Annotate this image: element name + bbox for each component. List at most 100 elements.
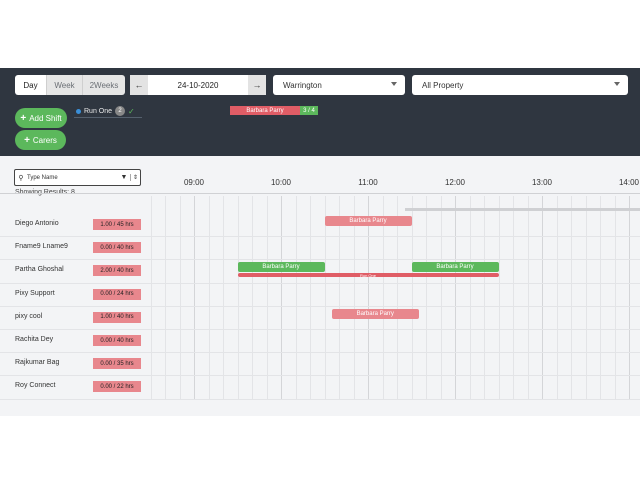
plus-icon: + (20, 112, 27, 124)
unassigned-shift-name: Barbara Parry (230, 106, 300, 115)
grid-line (600, 196, 601, 400)
rota-app: Day Week 2Weeks ← 24-10-2020 → Warringto… (0, 68, 640, 416)
carers-label: Carers (32, 135, 57, 145)
run-bar[interactable]: Run One (237, 273, 499, 278)
tab-day[interactable]: Day (15, 75, 47, 95)
staff-name[interactable]: Roy Connect (15, 382, 55, 389)
grid-line (208, 196, 210, 400)
carers-button[interactable]: + Carers (15, 130, 66, 150)
grid-line (237, 196, 239, 400)
hours-badge: 1.00 / 45 hrs (93, 219, 141, 230)
grid-line (556, 196, 558, 400)
grid-line (614, 196, 616, 400)
staff-search[interactable]: ⚲ Type Name ▼ ⇕ (14, 169, 141, 186)
grid-line (455, 196, 456, 400)
shift-bar[interactable]: Barbara Parry (237, 262, 325, 273)
row-divider (0, 305, 640, 307)
grid-line (295, 196, 297, 400)
view-switcher: Day Week 2Weeks (15, 75, 125, 95)
grid-line (150, 196, 152, 400)
next-date-button[interactable]: → (248, 75, 266, 95)
grid-line (310, 196, 311, 400)
hours-badge: 2.00 / 40 hrs (93, 265, 141, 277)
header-divider (0, 193, 640, 194)
time-label: 09:00 (183, 178, 205, 187)
prev-date-button[interactable]: ← (130, 75, 148, 95)
top-toolbar: Day Week 2Weeks ← 24-10-2020 → Warringto… (0, 68, 640, 156)
grid-line (324, 196, 326, 400)
grid-line (585, 196, 587, 400)
hours-badge: 0.00 / 40 hrs (93, 335, 141, 346)
grid-line (513, 196, 514, 400)
grid-line (469, 196, 471, 400)
search-icon: ⚲ (18, 174, 24, 182)
timeline-grid (148, 196, 640, 400)
property-select-value: All Property (422, 80, 464, 90)
staff-name[interactable]: pixy cool (15, 313, 42, 320)
sort-icon[interactable]: ⇕ (130, 174, 140, 181)
check-icon: ✓ (128, 106, 135, 116)
schedule-area: ⚲ Type Name ▼ ⇕ Showing Results: 8 09:00… (0, 156, 640, 416)
row-divider (0, 398, 640, 400)
run-color-dot-icon (76, 108, 81, 114)
grid-line (397, 196, 398, 400)
grid-line (382, 196, 384, 400)
grid-line (266, 196, 268, 400)
staff-name[interactable]: Partha Ghoshal (15, 266, 64, 273)
time-label: 12:00 (444, 178, 466, 187)
grid-line (542, 196, 543, 400)
grid-line (281, 196, 282, 400)
filter-icon[interactable]: ▼ (118, 174, 130, 181)
location-select-value: Warrington (283, 80, 322, 90)
date-field[interactable]: 24-10-2020 (148, 75, 248, 95)
hours-badge: 0.00 / 35 hrs (93, 358, 141, 370)
run-summary-underline (74, 117, 142, 118)
chevron-down-icon (614, 82, 620, 86)
grid-line (223, 196, 224, 400)
time-label: 10:00 (270, 178, 292, 187)
time-label: 13:00 (531, 178, 553, 187)
tab-2weeks[interactable]: 2Weeks (83, 75, 125, 95)
grid-line (629, 196, 630, 400)
add-shift-button[interactable]: + Add Shift (15, 108, 67, 128)
location-select[interactable]: Warrington (273, 75, 405, 95)
grid-line (440, 196, 442, 400)
shift-bar[interactable]: Barbara Parry (331, 308, 419, 319)
shift-bar[interactable]: Barbara Parry (411, 262, 499, 273)
date-navigator: ← 24-10-2020 → (130, 75, 266, 95)
row-divider (0, 282, 640, 284)
unassigned-shift-card[interactable]: Barbara Parry 3 / 4 (230, 106, 318, 115)
staff-name[interactable]: Rajkumar Bag (15, 359, 59, 366)
staff-name[interactable]: Rachita Dey (15, 336, 53, 343)
time-label: 14:00 (618, 178, 640, 187)
grid-line (571, 196, 572, 400)
grid-line (194, 196, 195, 400)
grid-line (353, 196, 355, 400)
grid-line (368, 196, 369, 400)
row-divider (0, 329, 640, 330)
tab-week[interactable]: Week (47, 75, 83, 95)
grid-line (165, 196, 166, 400)
staff-name[interactable]: Diego Antonio (15, 220, 59, 227)
property-select[interactable]: All Property (412, 75, 628, 95)
shift-bar[interactable]: Barbara Parry (324, 216, 412, 226)
row-divider (0, 259, 640, 261)
row-divider (0, 352, 640, 354)
staff-name[interactable]: Fname9 Lname9 (15, 243, 68, 250)
row-divider (0, 236, 640, 238)
hours-badge: 0.00 / 22 hrs (93, 381, 141, 393)
run-summary[interactable]: Run One 2 ✓ (76, 106, 135, 116)
row-divider (0, 375, 640, 377)
search-input[interactable]: Type Name (27, 175, 118, 181)
horizontal-scrollbar[interactable] (405, 208, 640, 211)
unassigned-shift-ratio: 3 / 4 (300, 106, 318, 115)
hours-badge: 1.00 / 40 hrs (93, 311, 141, 323)
plus-icon: + (24, 134, 30, 146)
time-label: 11:00 (358, 178, 378, 187)
grid-line (252, 196, 253, 400)
grid-line (411, 196, 413, 400)
hours-badge: 0.00 / 24 hrs (93, 288, 141, 300)
staff-name[interactable]: Pixy Support (15, 290, 55, 297)
grid-line (179, 196, 181, 400)
chevron-down-icon (391, 82, 397, 86)
